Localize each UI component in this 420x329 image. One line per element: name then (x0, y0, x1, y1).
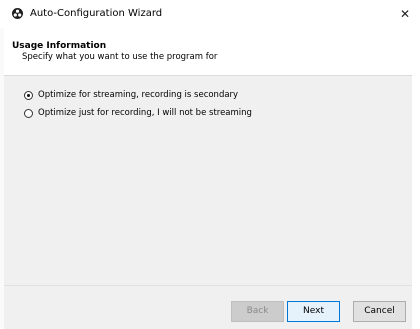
next-button[interactable]: Next (287, 301, 340, 322)
back-button[interactable]: Back (231, 301, 284, 322)
option-recording[interactable]: Optimize just for recording, I will not … (24, 107, 252, 119)
wizard-header: Usage Information Specify what you want … (4, 28, 412, 76)
option-streaming-label[interactable]: Optimize for streaming, recording is sec… (38, 90, 238, 100)
page-subtitle: Specify what you want to use the program… (22, 52, 218, 62)
radio-recording[interactable] (24, 108, 33, 118)
cancel-button[interactable]: Cancel (353, 301, 406, 322)
close-button[interactable]: ✕ (390, 0, 420, 28)
wizard-footer (4, 285, 412, 329)
radio-streaming[interactable] (24, 90, 33, 100)
title-bar: Auto-Configuration Wizard ✕ (0, 0, 420, 28)
window-title: Auto-Configuration Wizard (30, 8, 163, 19)
obs-app-icon (12, 8, 23, 19)
option-streaming[interactable]: Optimize for streaming, recording is sec… (24, 89, 238, 101)
option-recording-label[interactable]: Optimize just for recording, I will not … (38, 108, 252, 118)
page-title: Usage Information (12, 41, 107, 51)
